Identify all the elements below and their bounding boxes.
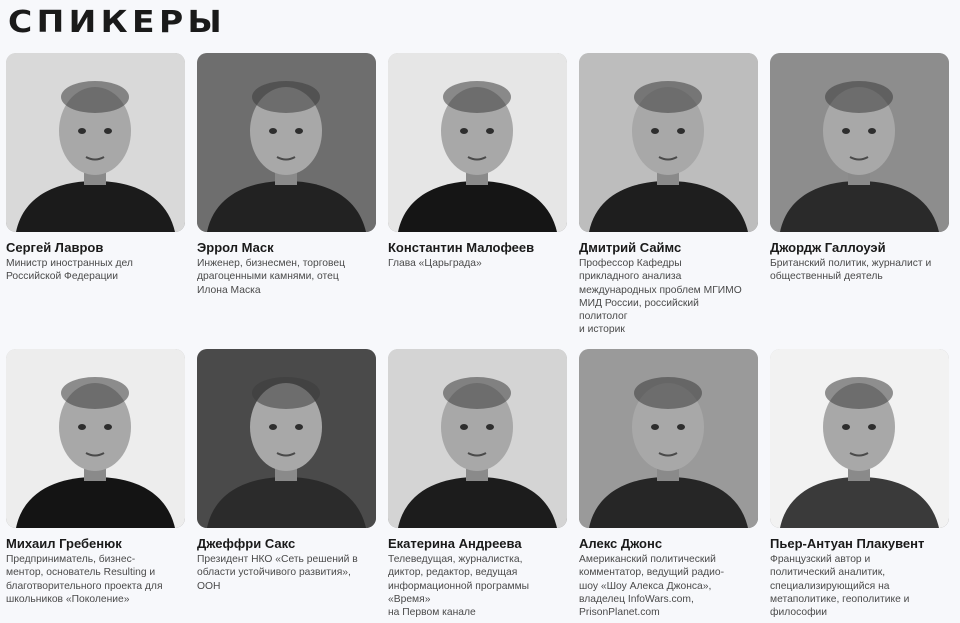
speaker-name: Екатерина Андреева (388, 536, 522, 551)
speaker-role: Телеведущая, журналистка, диктор, редакт… (388, 554, 530, 619)
speaker-card[interactable]: Алекс Джонс Американский политический ком… (579, 349, 758, 621)
speaker-card[interactable]: Эррол Маск Инженер, бизнесмен, торговец д… (197, 53, 376, 345)
speaker-name: Джордж Галлоуэй (770, 240, 886, 255)
speaker-role: Французский автор и политический аналити… (770, 554, 910, 619)
speaker-photo (579, 53, 758, 232)
speaker-role: Глава «Царьграда» (388, 258, 482, 269)
speaker-name: Джеффри Сакс (197, 536, 296, 551)
speaker-photo (388, 53, 567, 232)
speaker-photo (6, 349, 185, 528)
speaker-card[interactable]: Джордж Галлоуэй Британский политик, журна… (770, 53, 949, 345)
speaker-role: Министр иностранных дел Российской Федер… (6, 258, 133, 283)
section-title: СПИКЕРЫ (8, 5, 227, 40)
speaker-photo (197, 53, 376, 232)
speaker-card[interactable]: Екатерина Андреева Телеведущая, журналист… (388, 349, 567, 621)
speaker-name: Константин Малофеев (388, 240, 535, 255)
speaker-card[interactable]: Пьер-Антуан Плакувент Французский автор и… (770, 349, 949, 621)
speaker-photo (197, 349, 376, 528)
speaker-name: Эррол Маск (197, 240, 274, 255)
speaker-photo (388, 349, 567, 528)
speaker-role: Инженер, бизнесмен, торговец драгоценным… (197, 258, 345, 296)
speaker-role: Американский политический комментатор, в… (579, 554, 725, 619)
speaker-photo (770, 53, 949, 232)
speaker-name: Сергей Лавров (6, 240, 104, 255)
speakers-grid: Сергей Лавров Министр иностранных дел Рос… (6, 53, 949, 621)
speaker-card[interactable]: Михаил Гребенюк Предприниматель, бизнес- … (6, 349, 185, 621)
speaker-name: Пьер-Антуан Плакувент (770, 536, 925, 551)
speaker-card[interactable]: Джеффри Сакс Президент НКО «Сеть решений … (197, 349, 376, 621)
speaker-role: Президент НКО «Сеть решений в области ус… (197, 554, 358, 592)
speaker-photo (579, 349, 758, 528)
speaker-role: Профессор Кафедры прикладного анализа ме… (579, 258, 742, 336)
speaker-name: Дмитрий Саймс (579, 240, 682, 255)
speaker-photo (6, 53, 185, 232)
speaker-card[interactable]: Константин Малофеев Глава «Царьграда» (388, 53, 567, 345)
speaker-photo (770, 349, 949, 528)
speaker-name: Алекс Джонс (579, 536, 663, 551)
speaker-card[interactable]: Сергей Лавров Министр иностранных дел Рос… (6, 53, 185, 345)
speaker-name: Михаил Гребенюк (6, 536, 122, 551)
speaker-card[interactable]: Дмитрий Саймс Профессор Кафедры прикладно… (579, 53, 758, 345)
speaker-role: Британский политик, журналист и обществе… (770, 258, 932, 283)
speaker-role: Предприниматель, бизнес- ментор, основат… (6, 554, 163, 605)
